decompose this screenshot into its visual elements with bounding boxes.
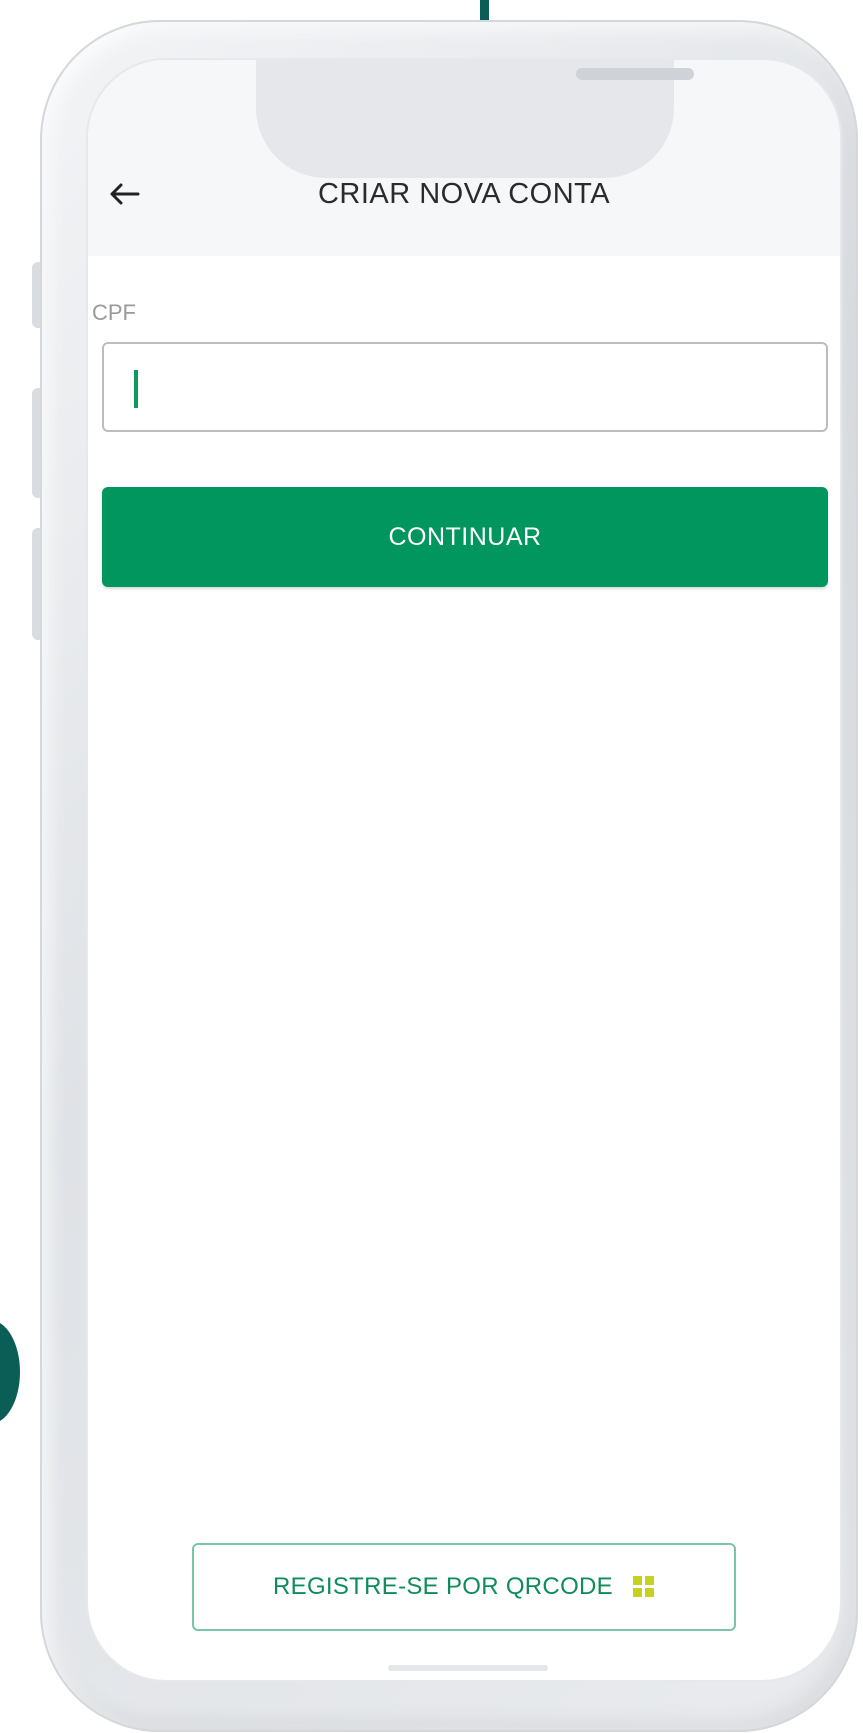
- home-indicator: [388, 1665, 548, 1671]
- decorative-circle: [0, 1320, 20, 1424]
- qrcode-icon: [632, 1576, 655, 1598]
- phone-notch: [256, 60, 694, 178]
- cpf-label: CPF: [92, 300, 136, 325]
- app-stage: CRIAR NOVA CONTA CPF CONTINUAR REGISTRE-…: [0, 0, 863, 1733]
- app-header: CRIAR NOVA CONTA: [88, 60, 840, 256]
- cpf-input[interactable]: [102, 342, 828, 432]
- phone-screen: CRIAR NOVA CONTA CPF CONTINUAR REGISTRE-…: [88, 60, 840, 1680]
- continue-button[interactable]: CONTINUAR: [102, 487, 828, 587]
- page-title: CRIAR NOVA CONTA: [317, 178, 611, 210]
- speaker-grille: [576, 68, 694, 80]
- register-qrcode-button[interactable]: REGISTRE-SE POR QRCODE: [192, 1543, 736, 1631]
- register-qrcode-label: REGISTRE-SE POR QRCODE: [273, 1573, 613, 1600]
- text-caret: [134, 370, 138, 408]
